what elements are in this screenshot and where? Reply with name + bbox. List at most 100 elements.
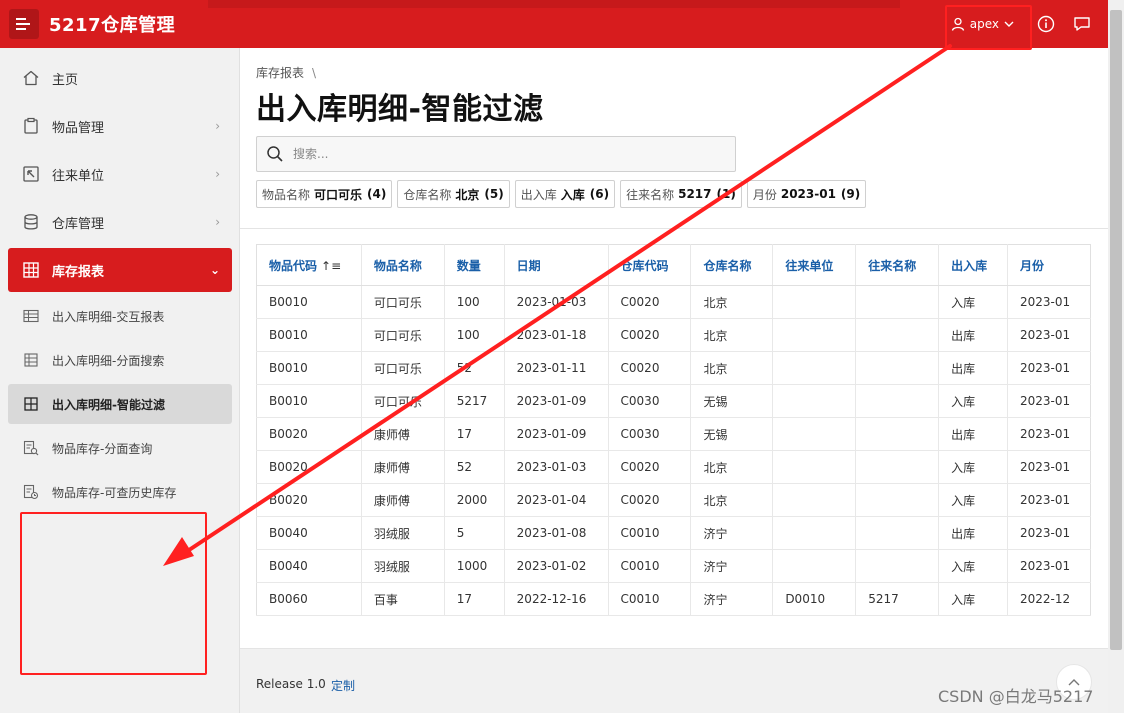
table-cell: 出库 [938, 417, 1009, 451]
table-cell: 北京 [690, 351, 774, 385]
column-header[interactable]: 仓库名称 [690, 244, 774, 286]
table-cell: 百事 [361, 582, 445, 616]
sidebar-item-partners[interactable]: 往来单位 › [8, 152, 232, 196]
sidebar-subitem-stock-faceted[interactable]: 物品库存-分面查询 [8, 428, 232, 468]
table-icon [20, 259, 42, 281]
sidebar-item-label: 物品管理 [52, 120, 105, 136]
table-cell: 北京 [690, 483, 774, 517]
table-cell: 1000 [444, 549, 505, 583]
chevron-down-icon: ⌄ [209, 263, 220, 277]
table-cell: 2023-01-18 [504, 318, 609, 352]
table-cell: B0020 [256, 483, 362, 517]
filter-chip-direction[interactable]: 出入库 入库 (6) [514, 180, 616, 208]
filter-chip-value: 5217 [678, 187, 712, 201]
help-button[interactable] [1034, 12, 1058, 36]
table-cell: C0020 [608, 483, 692, 517]
table-cell [772, 549, 857, 583]
table-cell: 100 [444, 285, 505, 319]
table-cell: 羽绒服 [361, 516, 445, 550]
filter-chip-count: (6) [589, 187, 610, 201]
column-header[interactable]: 日期 [504, 244, 609, 286]
table-cell: 北京 [690, 450, 774, 484]
filter-chip-warehouse-name[interactable]: 仓库名称 北京 (5) [397, 180, 510, 208]
chat-bubble-icon [1074, 17, 1090, 31]
table-cell: 可口可乐 [361, 318, 445, 352]
report-search-icon [22, 439, 40, 457]
filter-chip-item-name[interactable]: 物品名称 可口可乐 (4) [256, 180, 393, 208]
table-cell: 出库 [938, 351, 1009, 385]
search-box[interactable] [256, 136, 736, 172]
column-header[interactable]: 物品名称 [361, 244, 445, 286]
column-header[interactable]: 往来单位 [772, 244, 857, 286]
table-cell: 济宁 [690, 516, 774, 550]
table-cell: B0010 [256, 384, 362, 418]
table-cell: C0020 [608, 318, 692, 352]
table-cell: 2023-01-03 [504, 450, 609, 484]
table-cell: 2022-12 [1007, 582, 1091, 616]
table-cell: 2023-01 [1007, 384, 1091, 418]
section-divider [240, 228, 1108, 229]
sidebar-item-label: 往来单位 [52, 168, 105, 184]
filter-chip-label: 月份 [752, 187, 777, 202]
breadcrumb: 库存报表 \ [256, 64, 316, 81]
table-cell: 可口可乐 [361, 351, 445, 385]
table-cell: 2023-01-09 [504, 417, 609, 451]
table-cell [772, 384, 857, 418]
table-header-row: 物品代码 ↑≡ 物品名称 数量 日期 仓库代码 仓库名称 往来单位 往来名称 出入… [256, 244, 1091, 286]
column-header[interactable]: 月份 [1007, 244, 1091, 286]
breadcrumb-parent-link[interactable]: 库存报表 [256, 66, 304, 80]
filter-chip-label: 仓库名称 [403, 187, 452, 202]
table-cell: 2023-01-11 [504, 351, 609, 385]
table-body: B0010 可口可乐 100 2023-01-03 C0020 北京 入库 2023-01 B0… [256, 285, 1091, 616]
info-icon [1037, 15, 1055, 33]
table-cell [855, 318, 940, 352]
sidebar-subitem-smart-filter[interactable]: 出入库明细-智能过滤 [8, 384, 232, 424]
filter-chip-month[interactable]: 月份 2023-01 (9) [746, 180, 867, 208]
scrollbar-thumb[interactable] [1110, 10, 1122, 650]
filter-chip-value: 可口可乐 [314, 187, 363, 202]
page-scrollbar[interactable] [1108, 0, 1124, 713]
table-row: B0040 羽绒服 5 2023-01-08 C0010 济宁 出库 2023-01 [256, 516, 1091, 550]
sidebar-subitem-stock-history[interactable]: 物品库存-可查历史库存 [8, 472, 232, 512]
column-header[interactable]: 出入库 [938, 244, 1009, 286]
table-cell: 可口可乐 [361, 285, 445, 319]
table-row: B0040 羽绒服 1000 2023-01-02 C0010 济宁 入库 2023-01 [256, 549, 1091, 583]
menu-toggle-button[interactable] [9, 9, 39, 39]
sidebar-subitem-interactive-report[interactable]: 出入库明细-交互报表 [8, 296, 232, 336]
table-cell [855, 417, 940, 451]
table-cell: 5217 [444, 384, 505, 418]
sidebar-item-warehouses[interactable]: 仓库管理 › [8, 200, 232, 244]
table-cell: 可口可乐 [361, 384, 445, 418]
filter-chip-count: (4) [367, 187, 387, 201]
sidebar-item-inventory-reports[interactable]: 库存报表 ⌄ [8, 248, 232, 292]
app-title[interactable]: 5217仓库管理 [49, 11, 175, 37]
table-cell: 北京 [690, 285, 774, 319]
table-icon [22, 395, 40, 413]
filter-chip-count: (1) [716, 187, 736, 201]
table-cell [855, 450, 940, 484]
column-header[interactable]: 往来名称 [855, 244, 940, 286]
sidebar-subitem-faceted-search[interactable]: 出入库明细-分面搜索 [8, 340, 232, 380]
column-header[interactable]: 数量 [444, 244, 505, 286]
table-row: B0010 可口可乐 100 2023-01-03 C0020 北京 入库 2023-01 [256, 285, 1091, 319]
search-input[interactable] [293, 147, 693, 161]
customize-link[interactable]: 定制 [331, 677, 355, 694]
sidebar-subitem-label: 出入库明细-智能过滤 [52, 397, 165, 412]
table-cell: 5217 [855, 582, 940, 616]
column-header[interactable]: 仓库代码 [608, 244, 692, 286]
table-cell: C0010 [608, 582, 692, 616]
table-cell: 羽绒服 [361, 549, 445, 583]
column-header[interactable]: 物品代码 ↑≡ [256, 244, 362, 286]
clipboard-icon [20, 115, 42, 137]
table-cell [855, 516, 940, 550]
table-cell: D0010 [772, 582, 857, 616]
table-cell [855, 483, 940, 517]
table-cell: 康师傅 [361, 417, 445, 451]
feedback-button[interactable] [1070, 12, 1094, 36]
filter-chip-partner-name[interactable]: 往来名称 5217 (1) [620, 180, 742, 208]
table-row: B0020 康师傅 17 2023-01-09 C0030 无锡 出库 2023-01 [256, 417, 1091, 451]
sidebar-item-home[interactable]: 主页 [8, 56, 232, 100]
table-cell [855, 285, 940, 319]
table-cell: 17 [444, 417, 505, 451]
sidebar-item-items[interactable]: 物品管理 › [8, 104, 232, 148]
